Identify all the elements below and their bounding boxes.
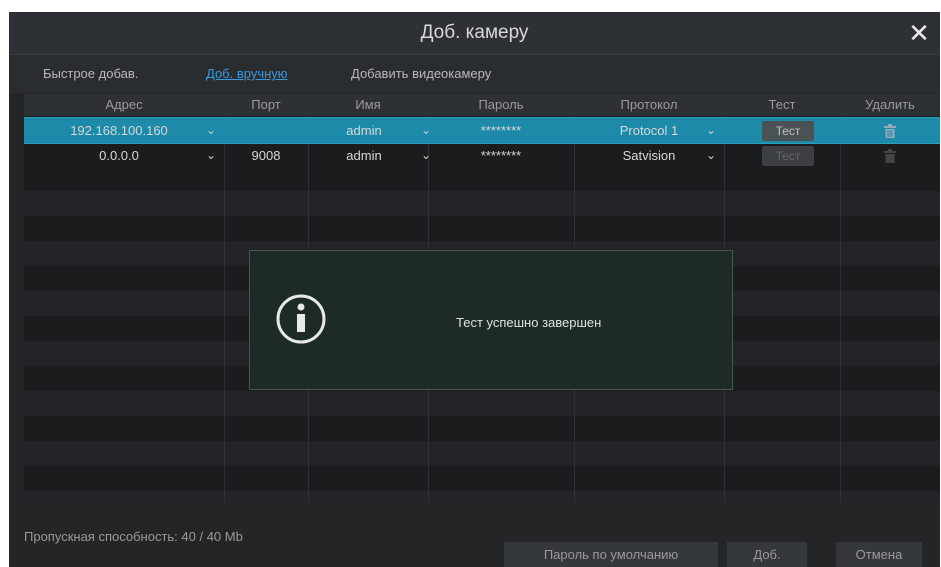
header-test: Тест bbox=[768, 97, 796, 112]
protocol-cell[interactable]: Protocol 1 bbox=[594, 118, 704, 143]
trash-icon[interactable] bbox=[882, 123, 898, 139]
chevron-down-icon[interactable]: ⌄ bbox=[206, 118, 216, 143]
add-button[interactable]: Доб. bbox=[727, 542, 807, 567]
default-password-button[interactable]: Пароль по умолчанию bbox=[504, 542, 718, 567]
table-row[interactable]: 0.0.0.0 ⌄ 9008 admin ⌄ ******** Satvisio… bbox=[24, 143, 940, 168]
info-modal: Тест успешно завершен bbox=[249, 250, 733, 390]
add-camera-dialog: Доб. камеру ✕ Быстрое добав. Доб. вручну… bbox=[9, 12, 940, 567]
header-protocol: Протокол bbox=[620, 97, 678, 112]
header-port: Порт bbox=[251, 97, 281, 112]
tab-manual-add[interactable]: Доб. вручную bbox=[206, 66, 288, 81]
tab-add-ipcamera[interactable]: Добавить видеокамеру bbox=[351, 66, 491, 81]
bandwidth-text: Пропускная способность: 40 / 40 Mb bbox=[24, 529, 243, 544]
info-circle-icon bbox=[276, 294, 326, 344]
chevron-down-icon[interactable]: ⌄ bbox=[206, 143, 216, 168]
header-delete: Удалить bbox=[865, 97, 915, 112]
dialog-titlebar: Доб. камеру ✕ bbox=[9, 12, 940, 55]
dialog-title: Доб. камеру bbox=[420, 22, 529, 43]
name-cell[interactable]: admin bbox=[324, 143, 404, 168]
chevron-down-icon[interactable]: ⌄ bbox=[706, 118, 716, 143]
password-cell[interactable]: ******** bbox=[428, 143, 574, 168]
table-row[interactable]: 192.168.100.160 ⌄ admin ⌄ ******** Proto… bbox=[24, 117, 940, 144]
cancel-button[interactable]: Отмена bbox=[836, 542, 922, 567]
tab-bar: Быстрое добав. Доб. вручную Добавить вид… bbox=[9, 55, 940, 93]
header-name: Имя bbox=[355, 97, 381, 112]
password-cell[interactable]: ******** bbox=[428, 118, 574, 143]
address-cell[interactable]: 0.0.0.0 bbox=[44, 143, 194, 168]
header-address: Адрес bbox=[105, 97, 143, 112]
chevron-down-icon[interactable]: ⌄ bbox=[706, 143, 716, 168]
close-icon[interactable]: ✕ bbox=[904, 18, 934, 48]
trash-icon[interactable] bbox=[882, 148, 898, 164]
address-cell[interactable]: 192.168.100.160 bbox=[44, 118, 194, 143]
port-cell[interactable]: 9008 bbox=[224, 143, 308, 168]
tab-quick-add[interactable]: Быстрое добав. bbox=[43, 66, 138, 81]
header-password: Пароль bbox=[478, 97, 524, 112]
name-cell[interactable]: admin bbox=[324, 118, 404, 143]
protocol-cell[interactable]: Satvision bbox=[594, 143, 704, 168]
modal-message: Тест успешно завершен bbox=[456, 315, 602, 330]
port-cell[interactable] bbox=[224, 118, 308, 143]
test-button[interactable]: Тест bbox=[762, 121, 814, 141]
table-header: Адрес Порт Имя Пароль Протокол Тест Удал… bbox=[24, 94, 940, 116]
test-button[interactable]: Тест bbox=[762, 146, 814, 166]
